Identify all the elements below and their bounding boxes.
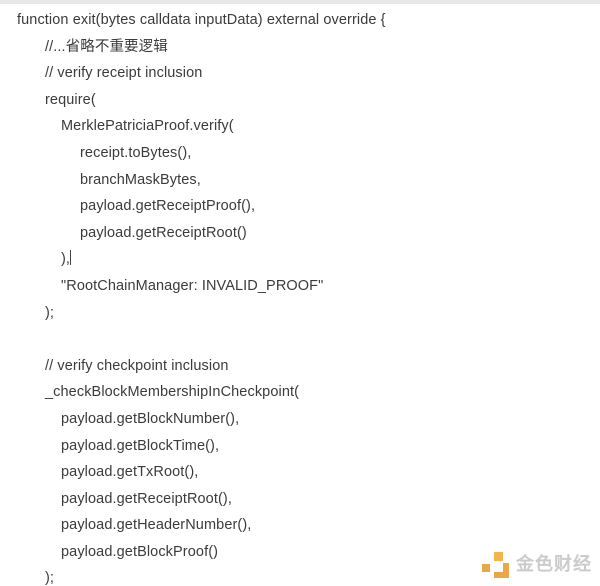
code-line: payload.getBlockTime(), (61, 437, 220, 454)
code-line: ), (0, 246, 600, 273)
code-line: // verify checkpoint inclusion (45, 357, 229, 374)
watermark: 金色财经 (482, 552, 592, 578)
code-line: require( (45, 91, 96, 108)
code-line: payload.getReceiptRoot() (80, 224, 247, 241)
code-line: "RootChainManager: INVALID_PROOF" (61, 277, 324, 294)
code-line: branchMaskBytes, (80, 171, 201, 188)
code-line: payload.getReceiptRoot(), (61, 490, 232, 507)
jinse-logo-icon (482, 552, 509, 578)
code-line: // verify receipt inclusion (45, 65, 203, 82)
watermark-brand-text: 金色财经 (516, 554, 592, 575)
code-viewer-window: function exit(bytes calldata inputData) … (0, 0, 600, 586)
code-line: payload.getReceiptProof(), (80, 198, 256, 215)
code-line: payload.getTxRoot(), (61, 464, 199, 481)
code-line-text: ), (61, 251, 71, 268)
code-line: ); (45, 304, 55, 321)
code-line: receipt.toBytes(), (80, 144, 192, 161)
code-line: _checkBlockMembershipInCheckpoint( (45, 384, 300, 401)
code-text-area[interactable]: function exit(bytes calldata inputData) … (0, 4, 600, 586)
code-line: function exit(bytes calldata inputData) … (17, 12, 386, 28)
code-line: //...省略不重要逻辑 (45, 38, 168, 55)
code-line: payload.getHeaderNumber(), (61, 517, 252, 534)
text-cursor-caret (70, 250, 72, 266)
code-line: payload.getBlockNumber(), (61, 410, 240, 427)
code-line: MerklePatriciaProof.verify( (61, 118, 234, 135)
